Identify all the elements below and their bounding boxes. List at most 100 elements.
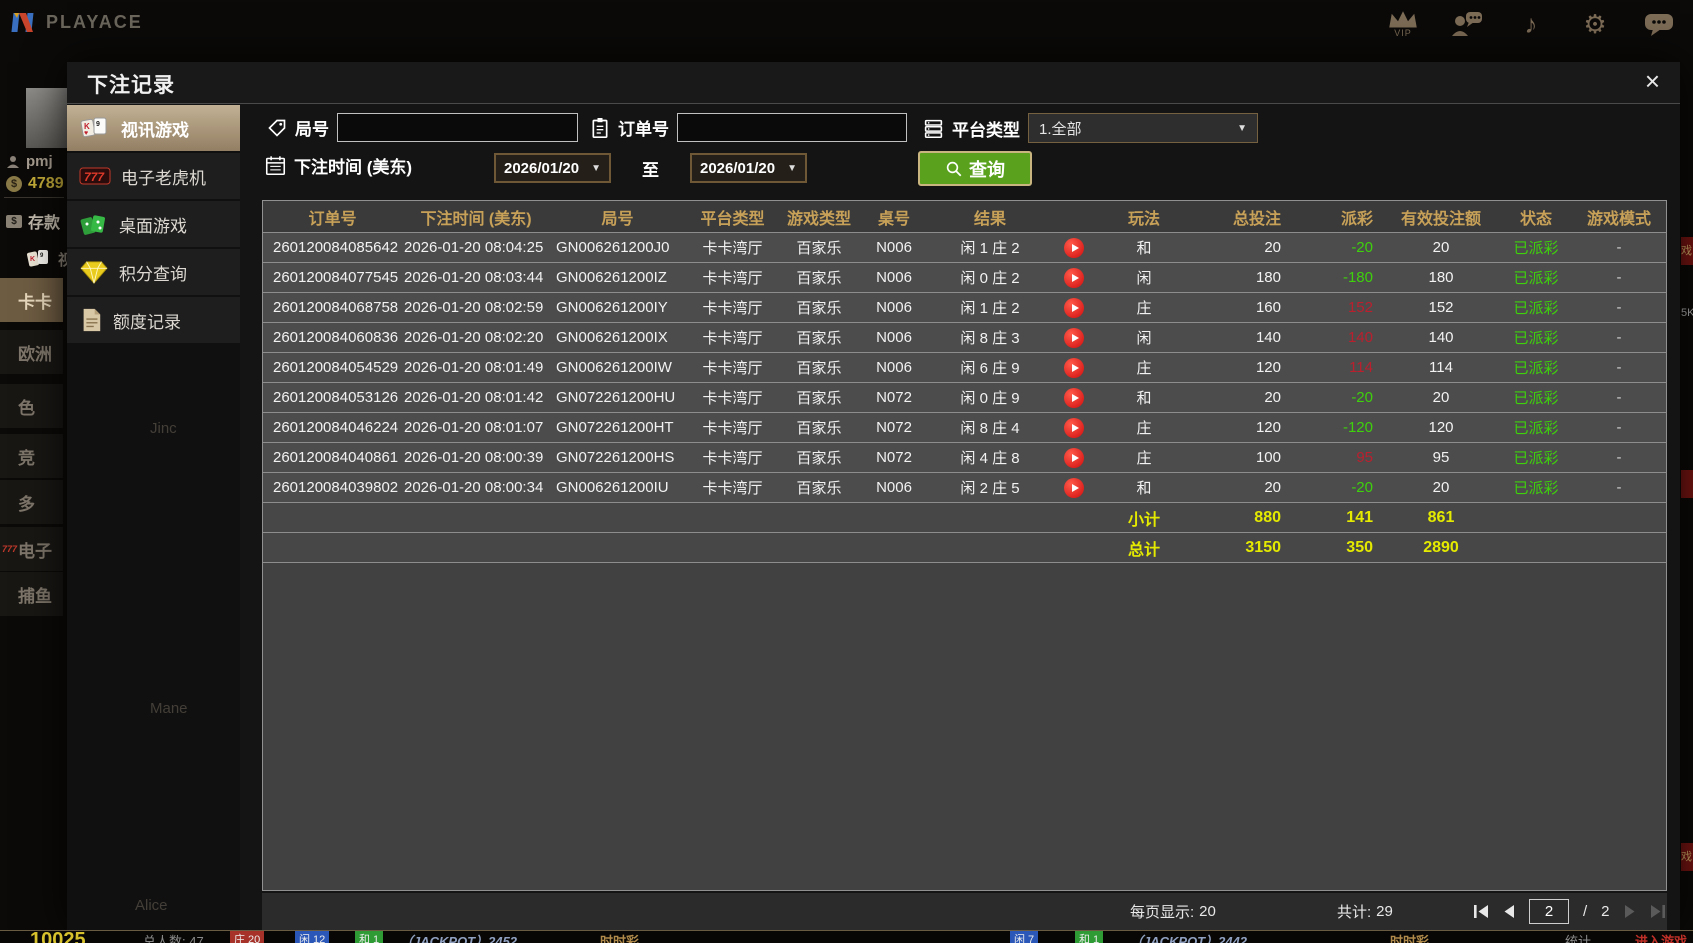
col-header: 玩法: [1127, 210, 1160, 228]
chat-icon[interactable]: [1639, 11, 1679, 37]
table-row: 260120084085642 2026-01-20 08:04:25 GN00…: [263, 233, 1666, 263]
cell-payout: -180: [1342, 269, 1373, 286]
cell-valid-bet: 180: [1428, 269, 1454, 286]
order-input[interactable]: [677, 113, 907, 142]
first-page-button[interactable]: [1474, 905, 1489, 918]
cell-platform: 卡卡湾厅: [702, 330, 763, 347]
col-header: 局号: [601, 210, 634, 228]
cell-platform: 卡卡湾厅: [702, 420, 763, 437]
customer-service-icon[interactable]: [1447, 10, 1487, 38]
per-page-value: 20: [1199, 903, 1216, 920]
vip-icon[interactable]: VIP: [1383, 10, 1423, 38]
playace-logo-icon: [11, 13, 34, 32]
music-icon[interactable]: ♪: [1511, 11, 1551, 37]
background-fragment: 和 1: [1075, 931, 1104, 943]
background-ghost-name: Mane: [150, 700, 188, 717]
replay-play-button[interactable]: [1064, 267, 1084, 288]
cell-play-type: 闲: [1136, 270, 1152, 287]
subtotal-payout: 141: [1346, 508, 1373, 526]
cell-game-type: 百家乐: [796, 390, 842, 407]
cell-replay: [1050, 237, 1098, 258]
cell-replay: [1050, 357, 1098, 378]
table-row: 260120084046224 2026-01-20 08:01:07 GN07…: [263, 413, 1666, 443]
cell-total-bet: 160: [1255, 299, 1281, 316]
tab-points-query[interactable]: 积分查询: [67, 249, 240, 295]
cell-order-no: 260120084046224: [273, 419, 399, 436]
background-fragment: 闲 7: [1010, 931, 1039, 943]
replay-play-button[interactable]: [1064, 477, 1084, 498]
subtotal-label: 小计: [1127, 511, 1160, 529]
page-number-input[interactable]: [1529, 899, 1569, 924]
round-filter: 局号: [267, 113, 578, 142]
prev-page-button[interactable]: [1503, 905, 1515, 918]
total-count-label: 共计:: [1337, 904, 1372, 921]
replay-play-button[interactable]: [1064, 297, 1084, 318]
tab-label: 额度记录: [113, 312, 181, 332]
cell-result: 闲 0 庄 2: [960, 270, 1020, 287]
background-nav-item: 卡卡: [0, 278, 63, 322]
date-from-picker[interactable]: 2026/01/20 ▼: [494, 153, 611, 183]
total-payout: 350: [1346, 538, 1373, 556]
cell-platform: 卡卡湾厅: [702, 450, 763, 467]
replay-play-button[interactable]: [1064, 237, 1084, 258]
page-count: 2: [1601, 903, 1610, 920]
platform-list-icon: [924, 119, 943, 138]
pagination-bar: 每页显示: 20 共计: 29 / 2: [262, 893, 1667, 930]
total-valid-bet: 2890: [1423, 538, 1459, 556]
cell-game-type: 百家乐: [796, 330, 842, 347]
tab-slots[interactable]: 777 电子老虎机: [67, 153, 240, 199]
cell-play-type: 庄: [1136, 300, 1152, 317]
cell-round-no: GN006261200IX: [556, 329, 668, 346]
col-header: 下注时间 (美东): [420, 210, 532, 228]
background-fragment: 统计: [1565, 934, 1592, 943]
platform-select[interactable]: 1.全部 ▼: [1028, 113, 1258, 143]
brand-name: PLAYACE: [46, 11, 143, 32]
total-label: 总计: [1127, 541, 1160, 559]
search-button[interactable]: 查询: [918, 151, 1032, 186]
cell-total-bet: 140: [1255, 329, 1281, 346]
tab-quota-records[interactable]: 额度记录: [67, 297, 240, 343]
background-nav-item: 竞: [0, 434, 63, 478]
cell-status: 已派彩: [1513, 300, 1559, 317]
last-page-button[interactable]: [1650, 905, 1665, 918]
cell-table-no: N006: [876, 239, 912, 256]
cell-platform: 卡卡湾厅: [702, 390, 763, 407]
bottom-strip: 10025 总人数: 47 庄 20 闲 12 和 1 （JACKPOT）2452 时时彩 闲…: [0, 930, 1693, 943]
col-header: 总投注: [1232, 210, 1281, 228]
background-fragment: （JACKPOT）2442: [1130, 934, 1248, 943]
cell-status: 已派彩: [1513, 240, 1559, 257]
modal-title: 下注记录: [87, 74, 175, 97]
col-header: 结果: [973, 210, 1006, 228]
replay-play-button[interactable]: [1064, 417, 1084, 438]
topbar: PLAYACE VIP ♪ ⚙: [0, 0, 1693, 47]
close-icon[interactable]: ×: [1645, 66, 1660, 96]
date-to-wrap: 2026/01/20 ▼: [690, 153, 807, 183]
chevron-down-icon: ▼: [787, 162, 797, 174]
tab-table-games[interactable]: 桌面游戏: [67, 201, 240, 247]
subtotal-row: 小计 880 141 861: [263, 503, 1666, 533]
cell-total-bet: 20: [1264, 389, 1281, 406]
cell-payout: 95: [1356, 449, 1373, 466]
next-page-button[interactable]: [1624, 905, 1636, 918]
platform-selected-value: 1.全部: [1039, 120, 1082, 138]
cell-round-no: GN072261200HS: [556, 449, 675, 466]
total-total-bet: 3150: [1245, 538, 1281, 556]
table-row: 260120084039802 2026-01-20 08:00:34 GN00…: [263, 473, 1666, 503]
coin-icon: $: [6, 176, 22, 192]
cards-icon: K 9: [27, 250, 48, 267]
replay-play-button[interactable]: [1064, 357, 1084, 378]
cell-play-type: 庄: [1136, 420, 1152, 437]
cell-game-type: 百家乐: [796, 270, 842, 287]
cell-result: 闲 2 庄 5: [960, 480, 1020, 497]
replay-play-button[interactable]: [1064, 447, 1084, 468]
date-to-picker[interactable]: 2026/01/20 ▼: [690, 153, 807, 183]
replay-play-button[interactable]: [1064, 327, 1084, 348]
tab-video-games[interactable]: K ♥ 9 视讯游戏: [67, 105, 240, 151]
cell-replay: [1050, 417, 1098, 438]
cell-replay: [1050, 387, 1098, 408]
round-input[interactable]: [337, 113, 578, 142]
cell-status: 已派彩: [1513, 420, 1559, 437]
settings-gear-icon[interactable]: ⚙: [1575, 11, 1615, 37]
cell-game-mode: -: [1616, 269, 1622, 286]
replay-play-button[interactable]: [1064, 387, 1084, 408]
